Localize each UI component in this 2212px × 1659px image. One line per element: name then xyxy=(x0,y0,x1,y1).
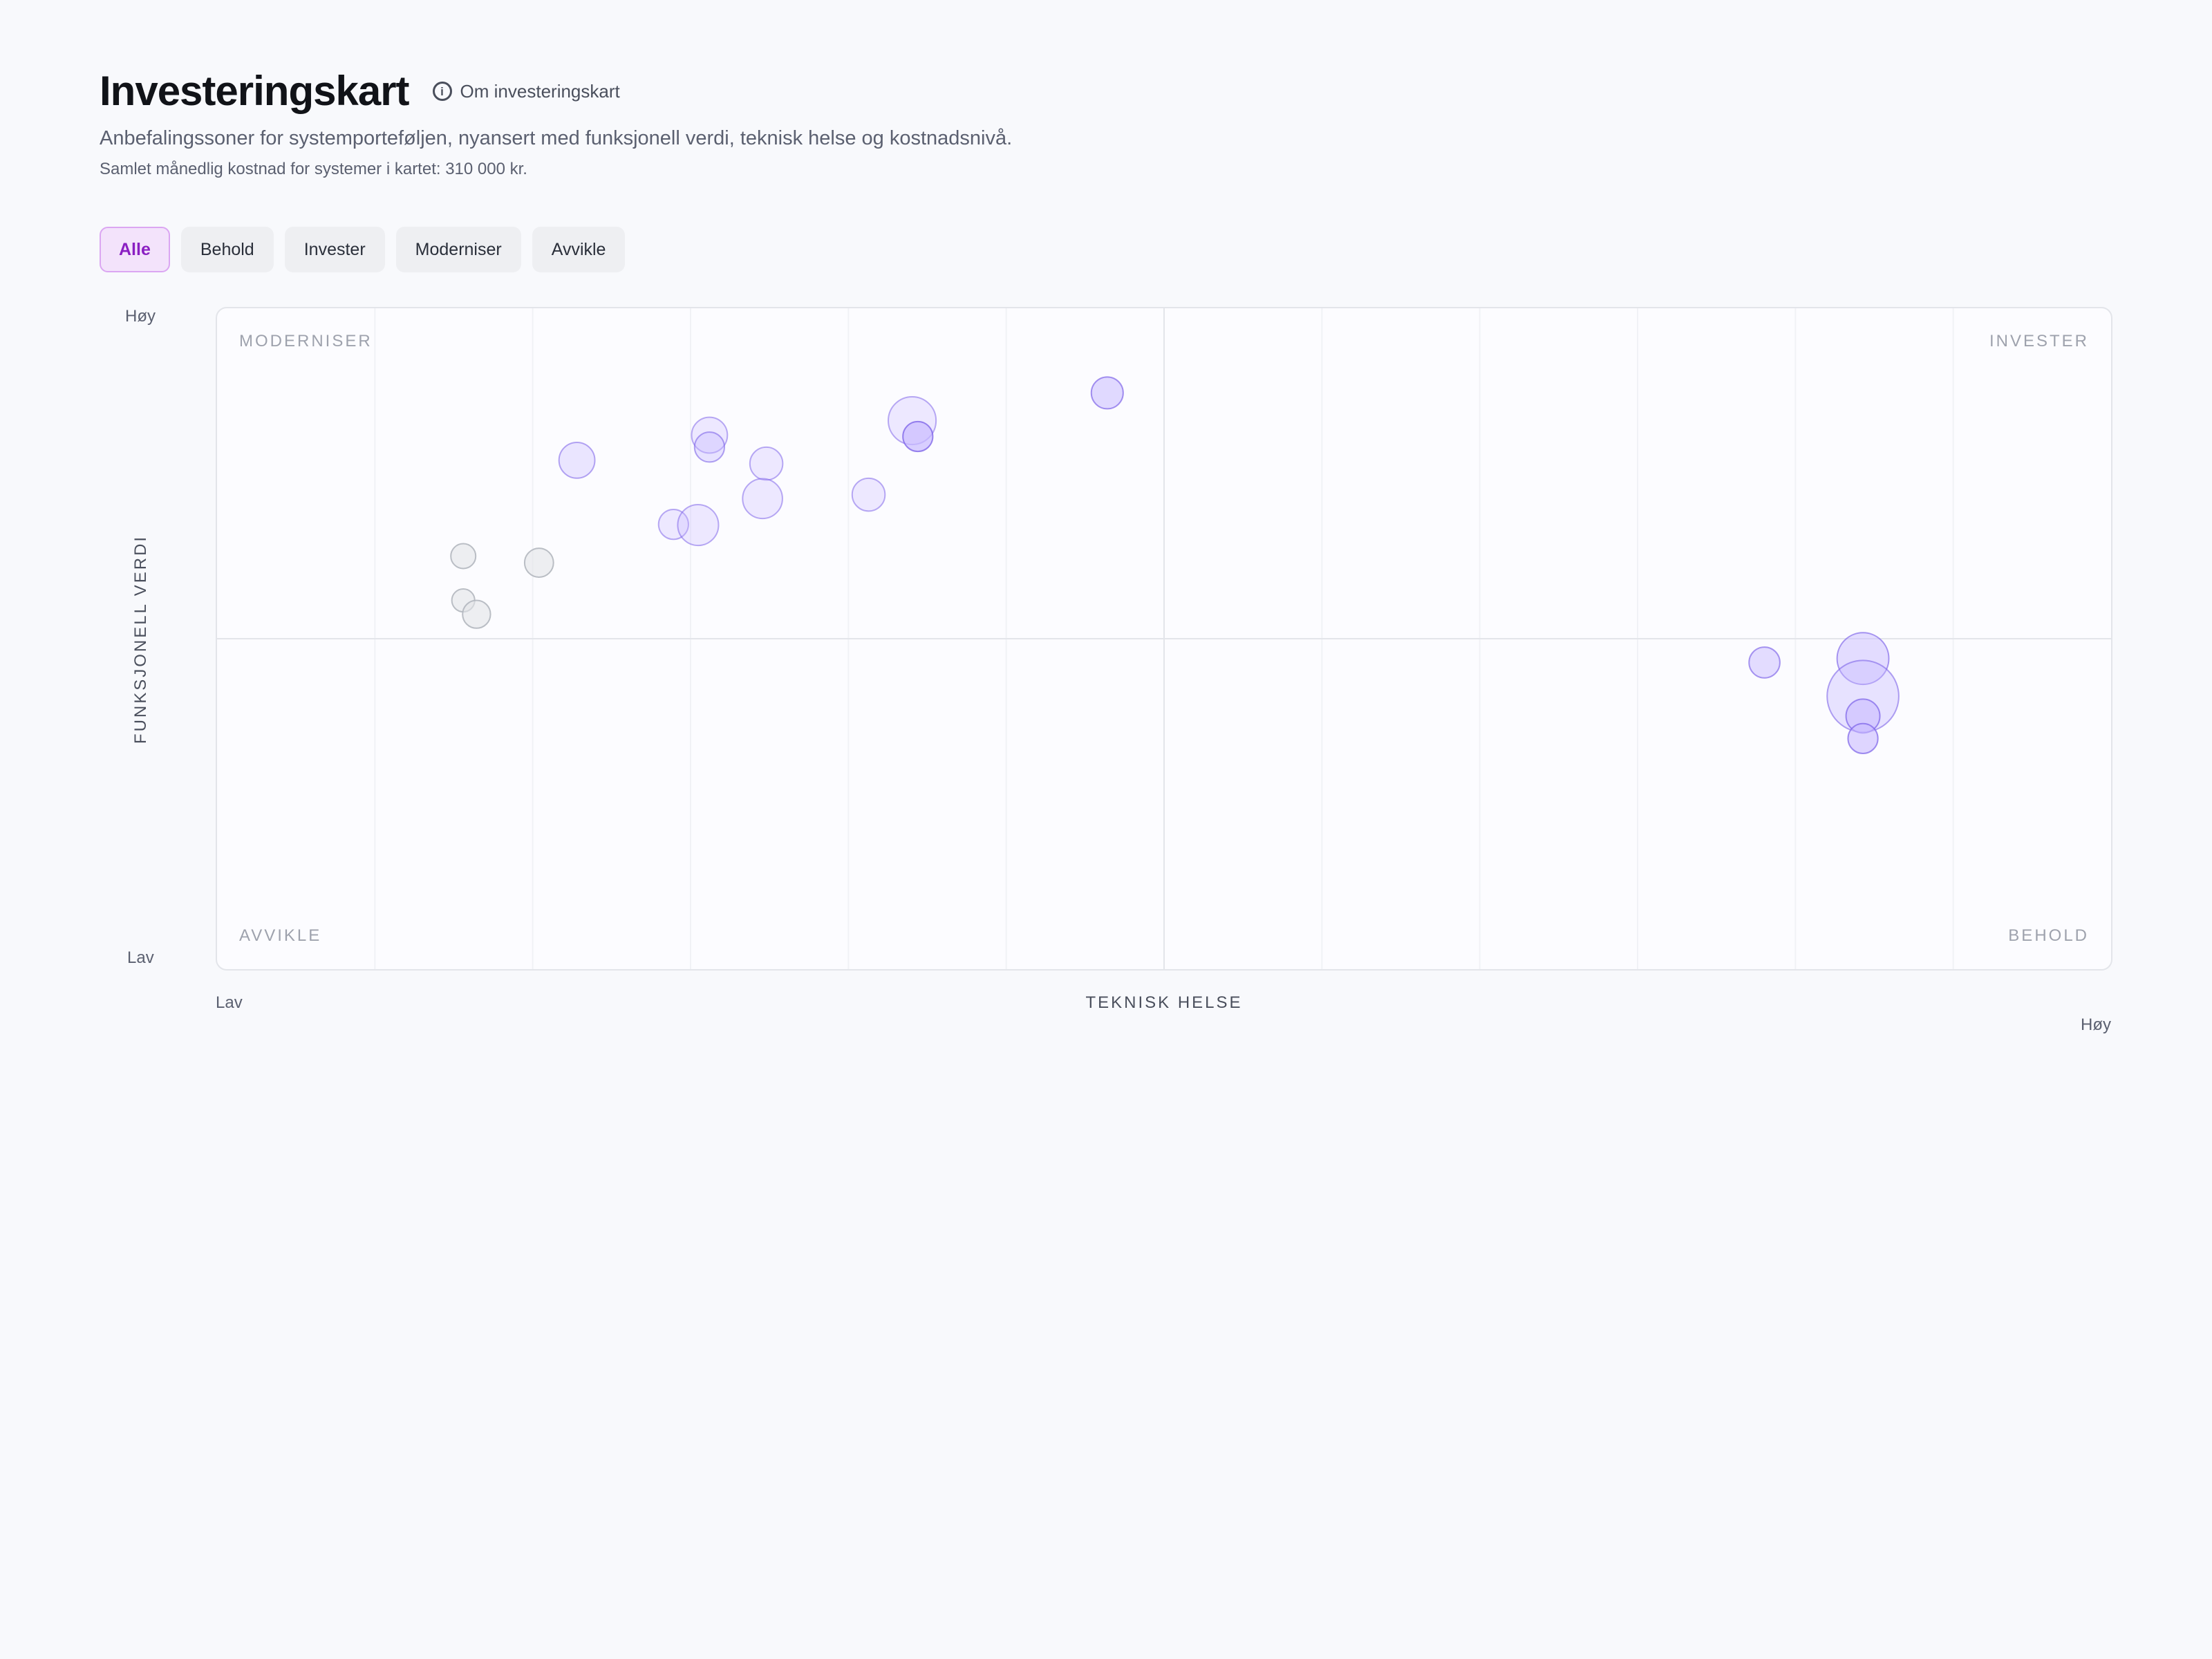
y-axis-title: FUNKSJONELL VERDI xyxy=(131,534,150,744)
system-bubble-8 xyxy=(851,477,886,512)
system-bubble-5 xyxy=(693,431,726,463)
system-bubble-1 xyxy=(1090,376,1124,410)
x-axis-high-label: Høy xyxy=(2081,1015,2111,1034)
x-axis-low-label: Lav xyxy=(216,993,243,1012)
system-bubble-20 xyxy=(1847,722,1879,754)
total-cost-line: Samlet månedlig kostnad for systemer i k… xyxy=(100,160,527,178)
about-link-label: Om investeringskart xyxy=(460,80,620,102)
info-icon: i xyxy=(432,82,452,101)
quadrant-label-behold: BEHOLD xyxy=(2008,926,2089,945)
investment-map-page: Investeringskart i Om investeringskart A… xyxy=(0,0,2212,1659)
quadrant-label-moderniser: MODERNISER xyxy=(239,332,373,350)
y-axis-high-label: Høy xyxy=(125,307,156,326)
filter-chip-alle[interactable]: Alle xyxy=(100,227,170,272)
page-subtitle: Anbefalingssoner for systemporteføljen, … xyxy=(100,127,1013,149)
system-bubble-3 xyxy=(902,420,934,453)
x-axis-title: TEKNISK HELSE xyxy=(1085,993,1243,1012)
quadrant-label-invester: INVESTER xyxy=(1989,332,2089,350)
page-title: Investeringskart xyxy=(100,68,410,114)
about-investment-map-link[interactable]: i Om investeringskart xyxy=(432,80,620,102)
filter-chip-moderniser[interactable]: Moderniser xyxy=(395,227,521,272)
filter-chip-avvikle[interactable]: Avvikle xyxy=(532,227,626,272)
system-bubble-6 xyxy=(558,441,596,479)
filter-chip-behold[interactable]: Behold xyxy=(180,227,274,272)
system-bubble-13 xyxy=(523,547,554,578)
quadrant-label-avvikle: AVVIKLE xyxy=(239,926,322,945)
filter-chip-invester[interactable]: Invester xyxy=(284,227,385,272)
system-bubble-15 xyxy=(462,599,491,629)
system-bubble-7 xyxy=(749,446,784,481)
filter-chips: Alle Behold Invester Moderniser Avvikle xyxy=(100,227,626,272)
page-header: Investeringskart i Om investeringskart A… xyxy=(100,66,1012,179)
system-bubble-11 xyxy=(677,504,720,547)
title-row: Investeringskart i Om investeringskart xyxy=(100,66,1012,116)
system-bubble-9 xyxy=(742,478,783,520)
system-bubble-16 xyxy=(1748,646,1781,679)
system-bubble-12 xyxy=(450,543,477,570)
investment-map-plot: MODERNISER INVESTER AVVIKLE BEHOLD xyxy=(216,307,2112,971)
scatter-chart xyxy=(217,308,2111,969)
y-axis-low-label: Lav xyxy=(127,948,154,967)
